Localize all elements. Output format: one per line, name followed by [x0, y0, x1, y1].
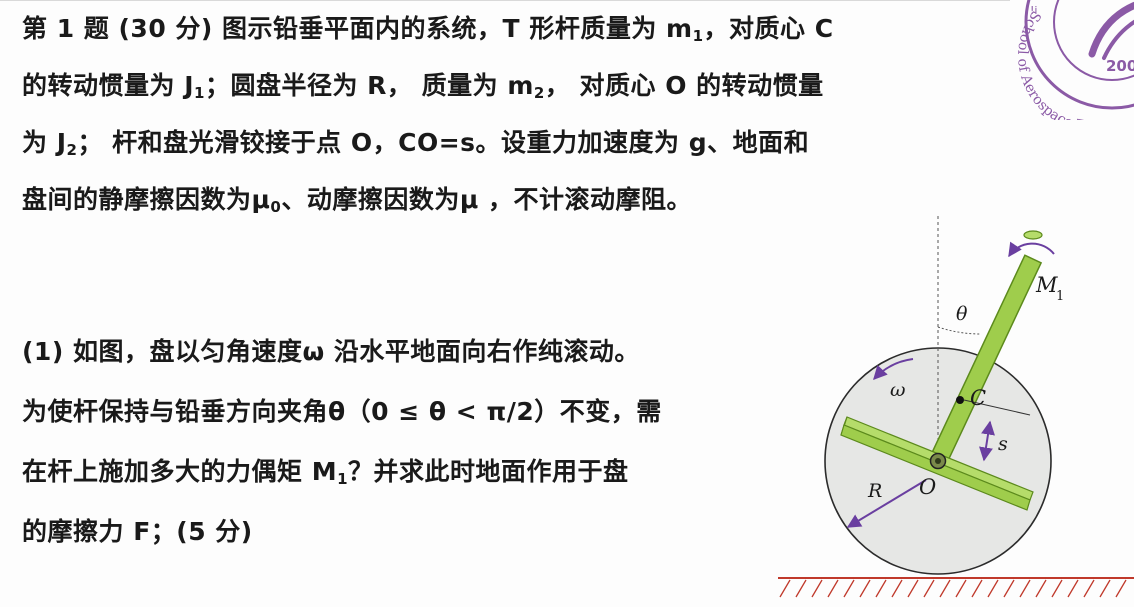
- mass-center-c: [956, 396, 964, 404]
- label-moment-sub: 1: [1056, 289, 1064, 304]
- label-c: C: [970, 386, 986, 410]
- question-line-1: (1) 如图，盘以匀角速度ω 沿水平地面向右作纯滚动。: [22, 337, 640, 366]
- label-omega: ω: [890, 379, 906, 401]
- label-s: s: [998, 433, 1008, 455]
- label-o: O: [919, 475, 936, 499]
- moment-m1-arrow: [1008, 241, 1055, 258]
- question-line-4: 的摩擦力 F；(5 分): [22, 517, 253, 546]
- problem-line-1: 第 1 题 (30 分) 图示铅垂平面内的系统，T 形杆质量为 m1，对质心 C: [22, 14, 834, 45]
- hinge-center: [935, 458, 941, 464]
- label-moment-m: M: [1035, 273, 1058, 297]
- seal-prefix: !i: [1030, 4, 1037, 17]
- problem-line-3: 为 J2； 杆和盘光滑铰接于点 O，CO=s。设重力加速度为 g、地面和: [22, 128, 810, 159]
- question-line-3: 在杆上施加多大的力偶矩 M1？并求此时地面作用于盘: [22, 457, 629, 488]
- problem-statement: 第 1 题 (30 分) 图示铅垂平面内的系统，T 形杆质量为 m1，对质心 C…: [22, 0, 982, 228]
- problem-line-2: 的转动惯量为 J1；圆盘半径为 R， 质量为 m2， 对质心 O 的转动惯量: [22, 71, 824, 102]
- question-part-1: (1) 如图，盘以匀角速度ω 沿水平地面向右作纯滚动。 为使杆保持与铅垂方向夹角…: [22, 322, 802, 562]
- question-line-2: 为使杆保持与铅垂方向夹角θ（0 ≤ θ < π/2）不变，需: [22, 397, 662, 426]
- university-seal-logo: School of Aerospace,Ts !i 2004: [1014, 0, 1134, 120]
- mechanism-figure: M 1 θ ω C s O R: [778, 216, 1134, 598]
- label-r: R: [867, 480, 882, 502]
- seal-year: 2004: [1106, 57, 1134, 75]
- ground: [778, 577, 1134, 598]
- theta-arc: [937, 326, 982, 335]
- t-rod-end-cap: [1023, 230, 1043, 240]
- label-theta: θ: [956, 303, 968, 325]
